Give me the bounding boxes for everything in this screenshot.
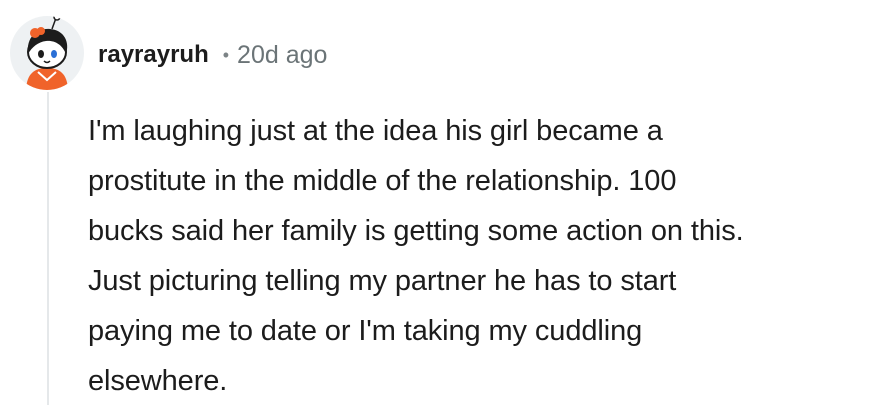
comment-meta: rayrayruh • 20d ago — [98, 37, 327, 73]
snoo-avatar-icon — [10, 16, 84, 90]
meta-separator: • — [222, 44, 230, 65]
user-avatar[interactable] — [8, 14, 86, 92]
comment-author[interactable]: rayrayruh — [98, 41, 209, 69]
thread-line[interactable] — [47, 92, 49, 405]
comment-body: I'm laughing just at the idea his girl b… — [88, 115, 744, 397]
comment: rayrayruh • 20d ago I'm laughing just at… — [0, 0, 894, 405]
comment-timestamp[interactable]: 20d ago — [237, 41, 327, 70]
